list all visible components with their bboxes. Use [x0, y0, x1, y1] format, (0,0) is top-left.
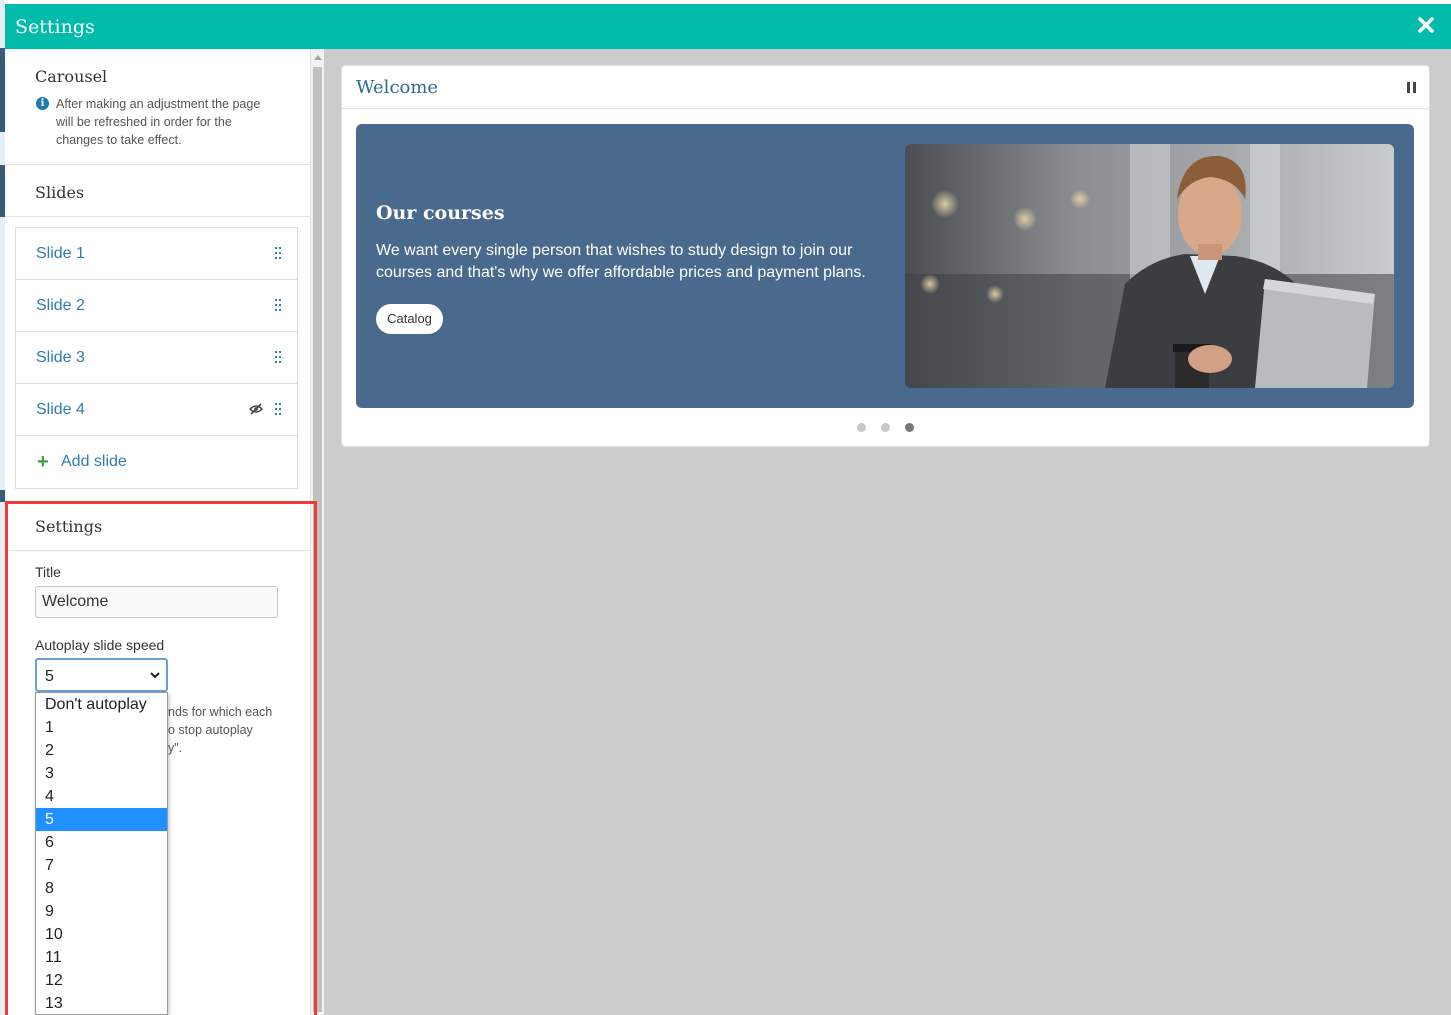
dropdown-option[interactable]: 7 — [36, 854, 167, 877]
slide-heading: Our courses — [376, 202, 505, 224]
slides-list: Slide 1 Slide 2 Slide 3 Slide 4 + Add sl… — [15, 227, 298, 489]
dropdown-option[interactable]: 13 — [36, 992, 167, 1014]
dropdown-option[interactable]: 6 — [36, 831, 167, 854]
settings-header: Settings — [5, 4, 1451, 49]
carousel-title: Carousel — [35, 67, 108, 86]
slide-item[interactable]: Slide 3 — [16, 332, 297, 384]
autoplay-speed-value: 5 — [45, 668, 54, 685]
chevron-down-icon — [150, 672, 160, 679]
drag-handle-icon[interactable] — [275, 403, 281, 415]
title-label: Title — [35, 564, 61, 580]
businessman-laptop-image — [905, 144, 1394, 388]
drag-handle-icon[interactable] — [275, 299, 281, 311]
dropdown-option[interactable]: 11 — [36, 946, 167, 969]
dropdown-option[interactable]: 5 — [36, 808, 167, 831]
dropdown-option[interactable]: 9 — [36, 900, 167, 923]
dropdown-option[interactable]: 4 — [36, 785, 167, 808]
header-title: Settings — [15, 16, 95, 38]
slide-text: We want every single person that wishes … — [376, 242, 866, 281]
plus-icon: + — [37, 451, 49, 473]
pause-icon[interactable] — [1407, 82, 1417, 93]
dropdown-option[interactable]: 12 — [36, 969, 167, 992]
slide-item[interactable]: Slide 2 — [16, 280, 297, 332]
dropdown-option[interactable]: 2 — [36, 739, 167, 762]
slide-label: Slide 1 — [36, 245, 85, 262]
carousel-dot[interactable] — [857, 423, 866, 432]
info-text: After making an adjustment the page will… — [56, 97, 261, 147]
scroll-up-arrow-icon[interactable] — [314, 55, 322, 60]
eye-slash-icon[interactable] — [249, 403, 263, 415]
divider — [5, 164, 310, 165]
catalog-button[interactable]: Catalog — [376, 304, 443, 334]
dropdown-option[interactable]: 10 — [36, 923, 167, 946]
dropdown-option[interactable]: 8 — [36, 877, 167, 900]
autoplay-speed-label: Autoplay slide speed — [35, 637, 165, 653]
carousel-slide: Our courses We want every single person … — [356, 124, 1414, 408]
dropdown-option[interactable]: 1 — [36, 716, 167, 739]
autoplay-speed-dropdown: Don't autoplay 1 2 3 4 5 6 7 8 9 10 11 12 13 — [35, 692, 168, 1015]
slides-title: Slides — [35, 183, 85, 202]
slide-label: Slide 4 — [36, 401, 85, 418]
dropdown-option[interactable]: 3 — [36, 762, 167, 785]
info-icon: i — [36, 97, 49, 110]
carousel-dot[interactable] — [881, 423, 890, 432]
add-slide-button[interactable]: + Add slide — [16, 436, 297, 488]
slide-item[interactable]: Slide 4 — [16, 384, 297, 436]
divider — [5, 216, 310, 217]
slide-label: Slide 2 — [36, 297, 85, 314]
drag-handle-icon[interactable] — [275, 351, 281, 363]
autoplay-speed-select[interactable]: 5 — [35, 658, 168, 692]
close-icon[interactable] — [1415, 14, 1437, 36]
divider — [342, 108, 1429, 109]
slide-label: Slide 3 — [36, 349, 85, 366]
add-slide-label: Add slide — [61, 453, 127, 470]
settings-section-title: Settings — [35, 517, 103, 536]
carousel-card-title: Welcome — [356, 77, 439, 98]
carousel-dot-active[interactable] — [905, 423, 914, 432]
dropdown-option[interactable]: Don't autoplay — [36, 693, 167, 716]
drag-handle-icon[interactable] — [275, 247, 281, 259]
title-input[interactable] — [35, 586, 278, 618]
slide-item[interactable]: Slide 1 — [16, 228, 297, 280]
divider — [8, 550, 310, 551]
